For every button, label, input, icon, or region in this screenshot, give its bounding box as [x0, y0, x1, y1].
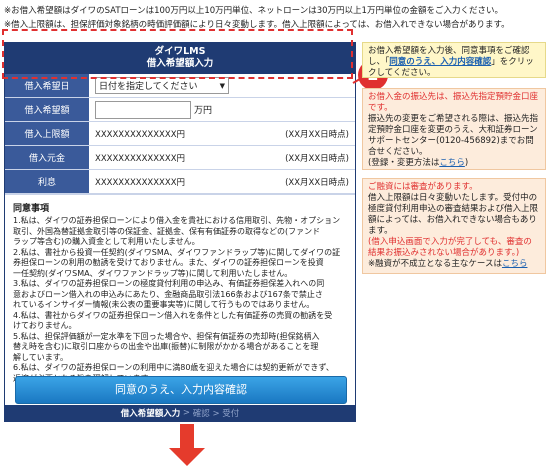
interest-row: 利息 XXXXXXXXXXXXXX円 (XX月XX日時点)	[5, 170, 355, 194]
transfer-destination-notice: お借入金の振込先は、振込先指定預貯金口座です。	[368, 92, 539, 113]
progress-steps: 借入希望額入力 > 確認 > 受付	[5, 405, 355, 421]
borrow-limit-cell: XXXXXXXXXXXXXX円 (XX月XX日時点)	[89, 128, 355, 140]
agreement-title: 同意事項	[5, 194, 355, 216]
transfer-link-suffix: )	[464, 158, 469, 168]
step-separator: >	[180, 408, 193, 418]
interest-value: XXXXXXXXXXXXXX円	[95, 177, 186, 188]
instruction-link[interactable]: 同意のうえ、入力内容確認	[389, 57, 491, 67]
principal-row: 借入元金 XXXXXXXXXXXXXX円 (XX月XX日時点)	[5, 146, 355, 170]
principal-asof: (XX月XX日時点)	[285, 153, 349, 164]
borrow-date-select-value: 日付を指定してください	[99, 82, 198, 92]
note-line-1: ※お借入希望額はダイワのSATローンは100万円以上10万円単位、ネットローンは…	[4, 6, 503, 16]
screening-text: 借入上限額は日々変動いたします。受付中の極度貸付利用申込の審査結果および借入上限…	[368, 193, 539, 236]
screening-note-link[interactable]: こちら	[502, 259, 528, 269]
screening-note-line: ※融資が不成立となる主なケースはこちら	[368, 259, 540, 270]
transfer-change-text: 振込先の変更をご希望される際は、振込先指定預貯金口座を変更のうえ、大和証券ローン…	[368, 114, 539, 157]
step-current: 借入希望額入力	[120, 409, 181, 419]
borrow-amount-cell: 万円	[89, 100, 355, 119]
step-rest: 確認 > 受付	[192, 409, 240, 419]
transfer-info-panel: お借入金の振込先は、振込先指定預貯金口座です。 振込先の変更をご希望される際は、…	[362, 88, 546, 170]
instruction-notes: ※お借入希望額はダイワのSATローンは100万円以上10万円単位、ネットローンは…	[4, 4, 546, 32]
borrow-amount-input[interactable]	[95, 100, 191, 119]
principal-label: 借入元金	[5, 146, 89, 169]
principal-value: XXXXXXXXXXXXXX円	[95, 153, 186, 164]
screening-note-prefix: ※融資が不成立となる主なケースは	[368, 259, 502, 269]
chevron-down-icon: ▼	[219, 81, 225, 90]
borrow-amount-row: 借入希望額 万円	[5, 98, 355, 122]
interest-asof: (XX月XX日時点)	[285, 177, 349, 188]
agree-confirm-button[interactable]: 同意のうえ、入力内容確認	[15, 376, 347, 404]
transfer-method-link[interactable]: こちら	[439, 158, 465, 168]
borrow-amount-label: 借入希望額	[5, 98, 89, 121]
borrow-limit-value: XXXXXXXXXXXXXX円	[95, 129, 186, 140]
borrow-limit-label: 借入上限額	[5, 122, 89, 145]
interest-cell: XXXXXXXXXXXXXX円 (XX月XX日時点)	[89, 176, 355, 188]
instruction-panel: お借入希望額を入力後、同意事項をご確認し、「同意のうえ、入力内容確認」をクリック…	[362, 42, 546, 78]
highlight-box	[2, 29, 353, 79]
down-arrow-head-icon	[169, 448, 205, 466]
borrow-form-panel: ダイワLMS 借入希望額入力 借入希望日 日付を指定してください ▼ 借入希望額…	[4, 42, 356, 422]
borrow-limit-asof: (XX月XX日時点)	[285, 129, 349, 140]
transfer-link-prefix: (登録・変更方法は	[368, 158, 440, 168]
screening-info-panel: ご融資には審査があります。 借入上限額は日々変動いたします。受付中の極度貸付利用…	[362, 178, 546, 274]
amount-unit: 万円	[194, 106, 213, 116]
borrow-date-select[interactable]: 日付を指定してください ▼	[95, 77, 229, 94]
borrow-limit-row: 借入上限額 XXXXXXXXXXXXXX円 (XX月XX日時点)	[5, 122, 355, 146]
transfer-method-line: (登録・変更方法はこちら)	[368, 158, 540, 169]
agreement-body: 1.私は、ダイワの証券担保ローンにより借入金を貴社における信用取引、先物・オプシ…	[13, 216, 341, 383]
interest-label: 利息	[5, 170, 89, 193]
borrow-date-cell: 日付を指定してください ▼	[89, 77, 355, 94]
screening-warning: (借入申込画面で入力が完了しても、審査の結果お振込みされない場合があります。)	[368, 237, 532, 258]
screening-notice: ご融資には審査があります。	[368, 182, 478, 192]
principal-cell: XXXXXXXXXXXXXX円 (XX月XX日時点)	[89, 152, 355, 164]
